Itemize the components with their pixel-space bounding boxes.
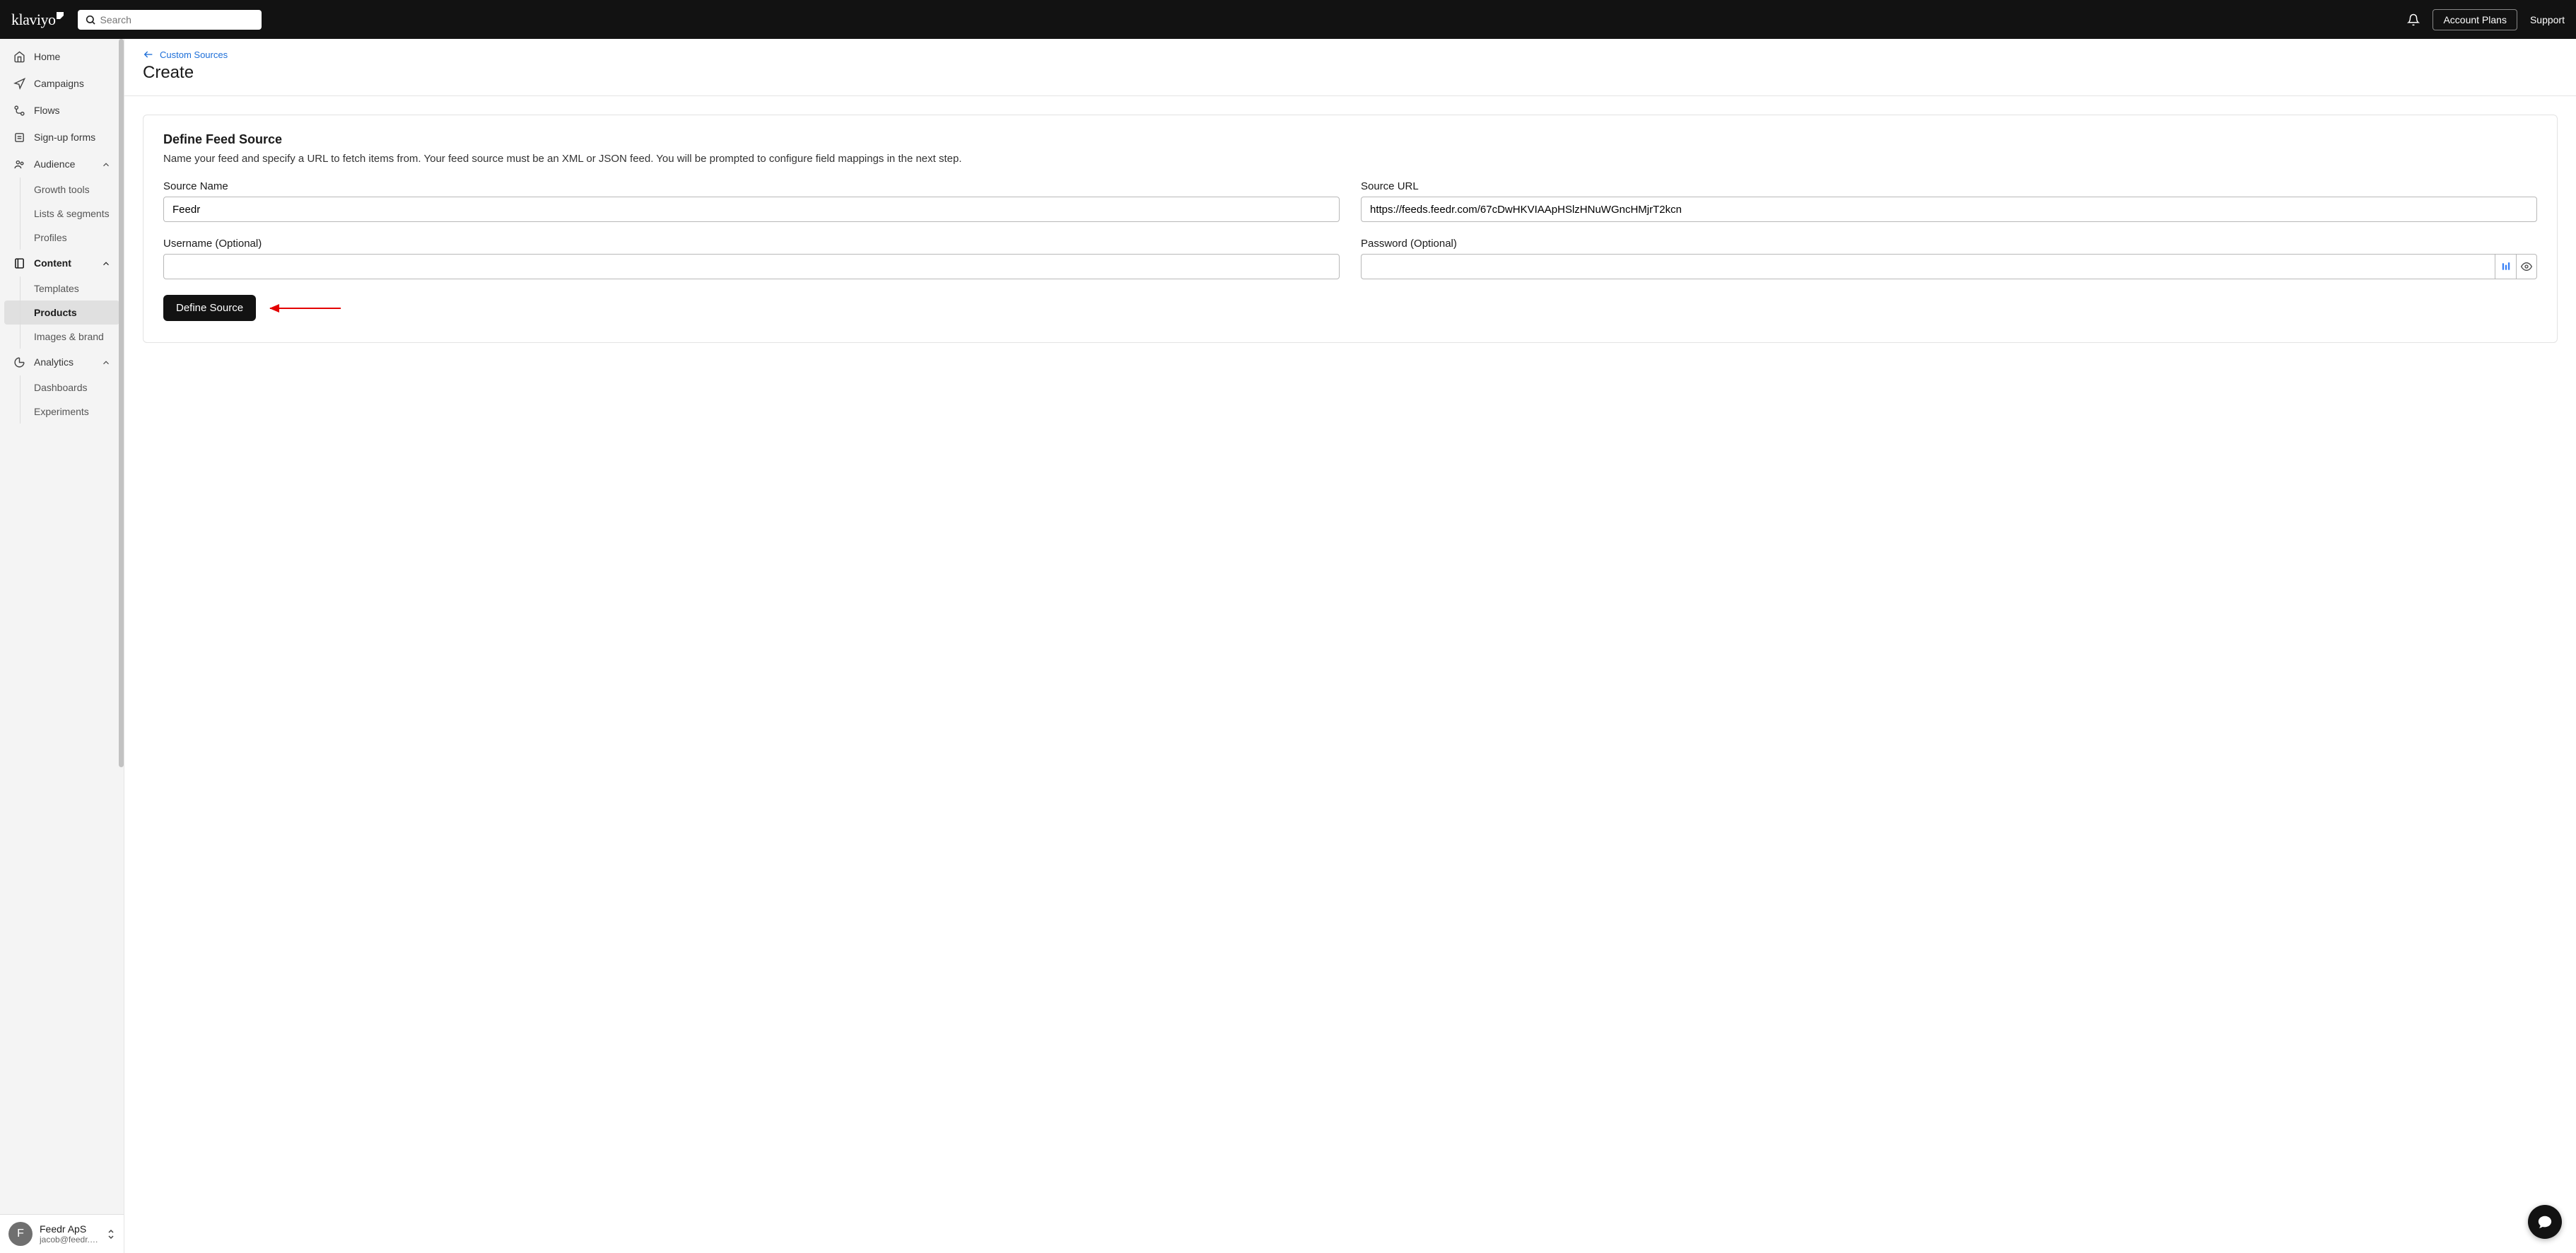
nav-label: Campaigns — [34, 78, 84, 88]
password-label: Password (Optional) — [1361, 238, 2537, 250]
page-title: Create — [143, 63, 2558, 83]
nav-label: Flows — [34, 105, 60, 115]
nav-label: Products — [34, 308, 77, 317]
account-name: Feedr ApS — [40, 1223, 100, 1235]
main: Custom Sources Create Define Feed Source… — [124, 39, 2576, 1253]
avatar: F — [8, 1222, 33, 1246]
nav-label: Templates — [34, 284, 79, 293]
notifications-icon[interactable] — [2407, 13, 2420, 26]
nav-label: Content — [34, 258, 71, 268]
nav-label: Audience — [34, 159, 75, 169]
sidebar-item-content[interactable]: Content — [4, 250, 119, 276]
sidebar-item-growth-tools[interactable]: Growth tools — [4, 177, 119, 202]
nav-label: Dashboards — [34, 383, 88, 392]
sidebar-item-flows[interactable]: Flows — [4, 97, 119, 124]
account-info: Feedr ApS jacob@feedr.c... — [40, 1223, 100, 1245]
sidebar-item-templates[interactable]: Templates — [4, 276, 119, 301]
username-input[interactable] — [163, 254, 1340, 279]
nav-label: Lists & segments — [34, 209, 110, 218]
source-url-label: Source URL — [1361, 180, 2537, 192]
breadcrumb[interactable]: Custom Sources — [143, 49, 228, 60]
card-description: Name your feed and specify a URL to fetc… — [163, 153, 2537, 165]
search-input[interactable] — [78, 10, 262, 30]
account-plans-button[interactable]: Account Plans — [2432, 9, 2517, 30]
card-title: Define Feed Source — [163, 132, 2537, 147]
password-manager-icon[interactable] — [2495, 254, 2516, 279]
account-switcher[interactable]: F Feedr ApS jacob@feedr.c... — [0, 1214, 124, 1253]
topbar: klaviyo Account Plans Support — [0, 0, 2576, 39]
sidebar: Home Campaigns Flows Sign-up forms Audie… — [0, 39, 124, 1253]
page-header: Custom Sources Create — [124, 39, 2576, 96]
flows-icon — [13, 104, 25, 117]
chat-fab[interactable] — [2528, 1205, 2562, 1239]
sidebar-item-experiments[interactable]: Experiments — [4, 400, 119, 424]
arrow-left-icon — [143, 49, 154, 60]
sidebar-item-audience[interactable]: Audience — [4, 151, 119, 177]
logo-flag-icon — [57, 12, 64, 19]
nav-label: Profiles — [34, 233, 67, 243]
support-link[interactable]: Support — [2530, 14, 2565, 25]
users-icon — [13, 158, 25, 170]
source-url-input[interactable] — [1361, 197, 2537, 222]
chevron-up-icon — [101, 257, 111, 269]
define-feed-card: Define Feed Source Name your feed and sp… — [143, 115, 2558, 343]
home-icon — [13, 50, 25, 63]
content-icon — [13, 257, 25, 269]
sidebar-item-home[interactable]: Home — [4, 43, 119, 70]
sidebar-item-signup-forms[interactable]: Sign-up forms — [4, 124, 119, 151]
chevron-up-icon — [101, 356, 111, 368]
analytics-icon — [13, 356, 25, 368]
nav-label: Growth tools — [34, 185, 90, 194]
sidebar-item-campaigns[interactable]: Campaigns — [4, 70, 119, 97]
password-input[interactable] — [1361, 254, 2495, 279]
send-icon — [13, 77, 25, 90]
form-icon — [13, 131, 25, 144]
nav-label: Images & brand — [34, 332, 104, 342]
logo[interactable]: klaviyo — [11, 11, 64, 29]
sidebar-item-lists-segments[interactable]: Lists & segments — [4, 202, 119, 226]
topbar-right: Account Plans Support — [2407, 9, 2565, 30]
chevron-up-icon — [101, 158, 111, 170]
sidebar-item-analytics[interactable]: Analytics — [4, 349, 119, 375]
nav-label: Home — [34, 52, 60, 62]
define-source-button[interactable]: Define Source — [163, 295, 256, 321]
source-name-input[interactable] — [163, 197, 1340, 222]
username-label: Username (Optional) — [163, 238, 1340, 250]
breadcrumb-label: Custom Sources — [160, 49, 228, 60]
search-wrap — [78, 10, 262, 30]
source-name-label: Source Name — [163, 180, 1340, 192]
nav-label: Sign-up forms — [34, 132, 95, 142]
account-email: jacob@feedr.c... — [40, 1235, 100, 1245]
chat-icon — [2537, 1214, 2553, 1230]
sidebar-item-dashboards[interactable]: Dashboards — [4, 375, 119, 400]
show-password-icon[interactable] — [2516, 254, 2537, 279]
nav-label: Analytics — [34, 357, 74, 367]
sidebar-item-profiles[interactable]: Profiles — [4, 226, 119, 250]
nav-label: Experiments — [34, 407, 89, 416]
sidebar-item-images-brand[interactable]: Images & brand — [4, 325, 119, 349]
up-down-chevron-icon — [107, 1229, 115, 1240]
logo-text: klaviyo — [11, 11, 56, 29]
annotation-arrow — [270, 308, 341, 309]
sidebar-item-products[interactable]: Products — [4, 301, 119, 325]
